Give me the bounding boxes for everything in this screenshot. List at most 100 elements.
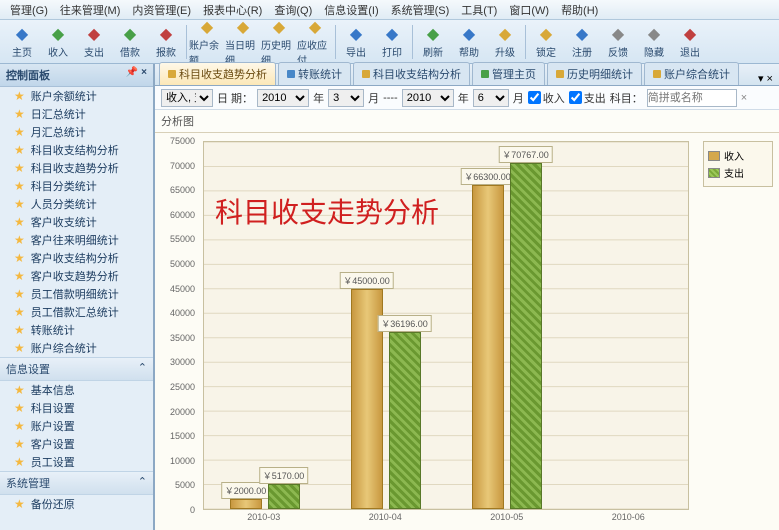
star-icon: ★	[14, 197, 25, 211]
toolbar-锁定[interactable]: ◆锁定	[528, 22, 564, 62]
star-icon: ★	[14, 437, 25, 451]
sidebar-item[interactable]: ★基本信息	[0, 381, 153, 399]
y-tick-label: 60000	[170, 210, 195, 220]
toolbar-支出[interactable]: ◆支出	[76, 22, 112, 62]
tab-icon	[653, 70, 661, 78]
year2-select[interactable]: 2010	[402, 89, 454, 107]
star-icon: ★	[14, 419, 25, 433]
menu-item[interactable]: 往来管理(M)	[54, 2, 127, 18]
sidebar-item[interactable]: ★账户余额统计	[0, 87, 153, 105]
sidebar-item[interactable]: ★备份还原	[0, 495, 153, 513]
y-tick-label: 70000	[170, 161, 195, 171]
toolbar-separator	[335, 25, 336, 59]
sidebar-item[interactable]: ★账户设置	[0, 417, 153, 435]
legend-swatch-income	[708, 151, 720, 161]
sidebar-item[interactable]: ★客户收支统计	[0, 213, 153, 231]
x-tick-label: 2010-04	[369, 512, 402, 522]
y-tick-label: 25000	[170, 382, 195, 392]
sidebar-item[interactable]: ★科目设置	[0, 399, 153, 417]
tab[interactable]: 历史明细统计	[547, 62, 642, 85]
menu-item[interactable]: 系统管理(S)	[385, 2, 456, 18]
sidebar-item[interactable]: ★客户收支趋势分析	[0, 267, 153, 285]
sidebar-item[interactable]: ★科目分类统计	[0, 177, 153, 195]
chevron-icon: ⌃	[138, 475, 147, 491]
tab[interactable]: 账户综合统计	[644, 62, 739, 85]
menu-item[interactable]: 窗口(W)	[503, 2, 555, 18]
star-icon: ★	[14, 455, 25, 469]
type-select[interactable]: 收入, 支出,...	[161, 89, 213, 107]
menu-item[interactable]: 报表中心(R)	[197, 2, 268, 18]
sidebar-item[interactable]: ★员工借款汇总统计	[0, 303, 153, 321]
sidebar-item[interactable]: ★员工设置	[0, 453, 153, 471]
menu-item[interactable]: 查询(Q)	[268, 2, 318, 18]
bar-expense[interactable]: ￥5170.00	[268, 484, 300, 509]
toolbar-借款[interactable]: ◆借款	[112, 22, 148, 62]
bar-expense[interactable]: ￥70767.00	[510, 163, 542, 509]
sidebar-group[interactable]: 系统管理⌃	[0, 471, 153, 495]
menu-item[interactable]: 内资管理(E)	[126, 2, 197, 18]
y-tick-label: 5000	[175, 480, 195, 490]
menu-item[interactable]: 信息设置(I)	[318, 2, 384, 18]
menu-item[interactable]: 帮助(H)	[555, 2, 604, 18]
toolbar-打印[interactable]: ◆打印	[374, 22, 410, 62]
subject-search[interactable]	[647, 89, 737, 107]
toolbar-账户余额[interactable]: ◆账户余额	[189, 22, 225, 62]
toolbar-帮助[interactable]: ◆帮助	[451, 22, 487, 62]
y-tick-label: 50000	[170, 259, 195, 269]
menu-item[interactable]: 工具(T)	[455, 2, 503, 18]
toolbar-刷新[interactable]: ◆刷新	[415, 22, 451, 62]
month2-select[interactable]: 6	[473, 89, 509, 107]
star-icon: ★	[14, 161, 25, 175]
pin-icon[interactable]: 📌 ×	[126, 67, 147, 83]
sidebar-item[interactable]: ★科目收支结构分析	[0, 141, 153, 159]
star-icon: ★	[14, 107, 25, 121]
tab[interactable]: 转账统计	[278, 62, 351, 85]
sidebar-item[interactable]: ★月汇总统计	[0, 123, 153, 141]
star-icon: ★	[14, 179, 25, 193]
sidebar-group[interactable]: 信息设置⌃	[0, 357, 153, 381]
y-tick-label: 10000	[170, 456, 195, 466]
tab[interactable]: 科目收支趋势分析	[159, 62, 276, 85]
bar-label: ￥5170.00	[259, 467, 309, 484]
y-tick-label: 35000	[170, 333, 195, 343]
income-checkbox[interactable]: 收入	[528, 90, 565, 106]
tab-icon	[481, 70, 489, 78]
toolbar-主页[interactable]: ◆主页	[4, 22, 40, 62]
bar-label: ￥2000.00	[221, 482, 271, 499]
month1-select[interactable]: 3	[328, 89, 364, 107]
y-tick-label: 55000	[170, 234, 195, 244]
sidebar-item[interactable]: ★员工借款明细统计	[0, 285, 153, 303]
tab[interactable]: 管理主页	[472, 62, 545, 85]
toolbar-反馈[interactable]: ◆反馈	[600, 22, 636, 62]
sidebar-item[interactable]: ★日汇总统计	[0, 105, 153, 123]
x-tick-label: 2010-03	[247, 512, 280, 522]
sidebar-item[interactable]: ★客户收支结构分析	[0, 249, 153, 267]
subject-label: 科目：	[610, 90, 643, 106]
toolbar-升级[interactable]: ◆升级	[487, 22, 523, 62]
tab[interactable]: 科目收支结构分析	[353, 62, 470, 85]
sidebar-item[interactable]: ★科目收支趋势分析	[0, 159, 153, 177]
bar-expense[interactable]: ￥36196.00	[389, 332, 421, 509]
sidebar-item[interactable]: ★人员分类统计	[0, 195, 153, 213]
toolbar-应收应付[interactable]: ◆应收应付	[297, 22, 333, 62]
toolbar-当日明细[interactable]: ◆当日明细	[225, 22, 261, 62]
sidebar-item[interactable]: ★客户设置	[0, 435, 153, 453]
toolbar-历史明细[interactable]: ◆历史明细	[261, 22, 297, 62]
sidebar-item[interactable]: ★账户综合统计	[0, 339, 153, 357]
toolbar-报款[interactable]: ◆报款	[148, 22, 184, 62]
sidebar-item[interactable]: ★转账统计	[0, 321, 153, 339]
toolbar-隐藏[interactable]: ◆隐藏	[636, 22, 672, 62]
year1-select[interactable]: 2010	[257, 89, 309, 107]
bar-income[interactable]: ￥66300.00	[472, 185, 504, 509]
bar-income[interactable]: ￥2000.00	[230, 499, 262, 509]
toolbar-退出[interactable]: ◆退出	[672, 22, 708, 62]
toolbar-separator	[412, 25, 413, 59]
tabs-close-icon[interactable]: ▾ ×	[752, 72, 779, 85]
sidebar-item[interactable]: ★客户往来明细统计	[0, 231, 153, 249]
clear-icon[interactable]: ×	[741, 92, 747, 104]
toolbar-注册[interactable]: ◆注册	[564, 22, 600, 62]
toolbar-收入[interactable]: ◆收入	[40, 22, 76, 62]
menu-item[interactable]: 管理(G)	[4, 2, 54, 18]
expense-checkbox[interactable]: 支出	[569, 90, 606, 106]
toolbar-导出[interactable]: ◆导出	[338, 22, 374, 62]
